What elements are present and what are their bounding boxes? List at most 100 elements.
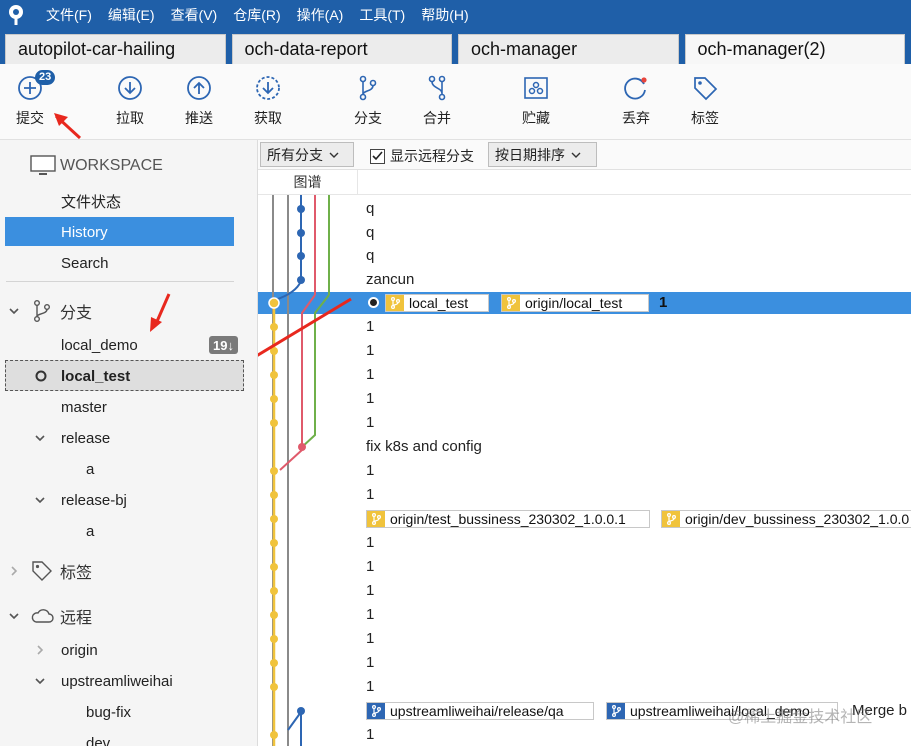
workspace-header: WORKSPACE (30, 152, 163, 180)
branch-button[interactable]: 分支 (338, 74, 398, 128)
pull-button[interactable]: 拉取 (100, 74, 160, 128)
commit-message[interactable]: 1 (366, 483, 374, 507)
sidebar-item-history[interactable] (5, 217, 234, 246)
sort-dropdown[interactable]: 按日期排序 (488, 142, 597, 167)
ref-local-test[interactable]: local_test (385, 294, 489, 312)
ref-origin-dev-bussiness[interactable]: origin/dev_bussiness_230302_1.0.0 (661, 510, 911, 528)
tags-header[interactable]: 标签 (8, 557, 92, 585)
tags-title: 标签 (60, 565, 93, 582)
repo-tab-autopilot[interactable]: autopilot-car-hailing (5, 34, 226, 64)
commit-message[interactable]: 1 (366, 675, 374, 699)
branch-local-demo[interactable]: local_demo (61, 331, 138, 359)
branches-title: 分支 (60, 305, 93, 322)
menu-edit[interactable]: 编辑(E) (108, 5, 155, 25)
push-label: 推送 (185, 110, 213, 126)
commit-message[interactable]: 1 (366, 579, 374, 603)
filter-bar: 所有分支 显示远程分支 按日期排序 (258, 140, 911, 170)
ref-origin-local-test-label: origin/local_test (525, 295, 623, 311)
commit-message[interactable]: q (366, 244, 374, 268)
remotes-title: 远程 (60, 610, 93, 627)
remote-origin[interactable]: origin (34, 636, 98, 664)
stash-button[interactable]: 贮藏 (506, 74, 566, 128)
branch-icon (33, 300, 50, 323)
head-circle-icon (35, 370, 47, 382)
commit-message[interactable]: 1 (366, 723, 374, 746)
remotes-header[interactable]: 远程 (8, 602, 92, 630)
branch-ref-icon (607, 703, 625, 719)
cloud-icon (31, 609, 54, 623)
menu-repository[interactable]: 仓库(R) (233, 5, 280, 25)
head-indicator-icon (368, 297, 379, 308)
commit-message[interactable]: 1 (366, 555, 374, 579)
menu-help[interactable]: 帮助(H) (421, 5, 468, 25)
commit-message[interactable]: 1 (366, 651, 374, 675)
branch-folder-release[interactable]: release (34, 424, 110, 452)
commit-message[interactable]: 1 (366, 411, 374, 435)
commit-message[interactable]: 1 (366, 387, 374, 411)
sidebar-item-file-status[interactable]: 文件状态 (61, 187, 121, 215)
ref-upstream-release-qa[interactable]: upstreamliweihai/release/qa (366, 702, 594, 720)
tag-icon (32, 561, 52, 581)
commit-message[interactable]: 1 (366, 459, 374, 483)
repo-tab-och-manager-2[interactable]: och-manager(2) (684, 34, 905, 64)
repo-tab-och-data-report[interactable]: och-data-report (231, 34, 452, 64)
repo-tabbar: autopilot-car-hailing och-data-report oc… (0, 30, 911, 64)
workspace-title: WORKSPACE (60, 157, 163, 174)
repo-tab-och-manager[interactable]: och-manager (458, 34, 679, 64)
commit-message[interactable]: 1 (366, 339, 374, 363)
discard-label: 丢弃 (622, 110, 650, 126)
ref-origin-local-test[interactable]: origin/local_test (501, 294, 649, 312)
commit-message[interactable]: q (366, 221, 374, 245)
tag-button[interactable]: 标签 (675, 74, 735, 128)
chevron-down-icon (9, 613, 19, 620)
remote-branch-dev[interactable]: dev (86, 729, 110, 746)
menu-file[interactable]: 文件(F) (46, 5, 92, 25)
commit-message[interactable]: q (366, 197, 374, 221)
app-logo-icon[interactable] (0, 0, 32, 30)
tag-icon (694, 77, 718, 101)
commit-message[interactable]: 1 (366, 363, 374, 387)
branch-folder-release-bj[interactable]: release-bj (34, 486, 127, 514)
commit-message[interactable]: zancun (366, 268, 414, 292)
branch-release-a[interactable]: a (86, 455, 94, 483)
chevron-down-icon (571, 152, 581, 158)
menubar: 文件(F) 编辑(E) 查看(V) 仓库(R) 操作(A) 工具(T) 帮助(H… (0, 0, 911, 30)
fetch-label: 获取 (254, 110, 282, 126)
sidebar-item-history-label: History (61, 223, 108, 241)
fetch-button[interactable]: 获取 (238, 74, 298, 128)
commit-message[interactable]: 1 (366, 531, 374, 555)
menu-view[interactable]: 查看(V) (171, 5, 218, 25)
annotation-arrow-commit (54, 113, 82, 140)
ref-origin-test-bussiness[interactable]: origin/test_bussiness_230302_1.0.0.1 (366, 510, 650, 528)
pull-label: 拉取 (116, 110, 144, 126)
show-remote-checkbox[interactable]: 显示远程分支 (370, 146, 474, 166)
branch-master[interactable]: master (61, 393, 107, 421)
watermark: @稀土掘金技术社区 (728, 709, 873, 726)
stash-label: 贮藏 (522, 110, 550, 126)
merge-button[interactable]: 合并 (407, 74, 467, 128)
branch-filter-value: 所有分支 (267, 146, 323, 163)
discard-button[interactable]: 丢弃 (606, 74, 666, 128)
remote-branch-bug-fix[interactable]: bug-fix (86, 698, 131, 726)
sidebar-item-search[interactable]: Search (61, 249, 109, 277)
commit-message[interactable]: 1 (366, 315, 374, 339)
push-button[interactable]: 推送 (169, 74, 229, 128)
ref-local-test-label: local_test (409, 295, 469, 311)
graph-column-header[interactable]: 图谱 (258, 170, 358, 195)
menu-actions[interactable]: 操作(A) (297, 5, 344, 25)
monitor-icon (30, 155, 56, 175)
column-header: 图谱 (258, 170, 911, 195)
branches-header[interactable]: 分支 (8, 297, 92, 325)
remote-upstream[interactable]: upstreamliweihai (34, 667, 173, 695)
commit-message[interactable]: fix k8s and config (366, 435, 482, 459)
branch-ref-icon (367, 703, 385, 719)
branch-filter-dropdown[interactable]: 所有分支 (260, 142, 354, 167)
annotation-arrow-local-test (258, 297, 352, 357)
commit-message[interactable]: 1 (366, 603, 374, 627)
branch-release-bj-a[interactable]: a (86, 517, 94, 545)
menu-tools[interactable]: 工具(T) (359, 5, 405, 25)
commit-message[interactable]: 1 (366, 627, 374, 651)
chevron-down-icon (35, 497, 45, 504)
commit-graph (268, 195, 330, 746)
chevron-right-icon (37, 645, 44, 655)
